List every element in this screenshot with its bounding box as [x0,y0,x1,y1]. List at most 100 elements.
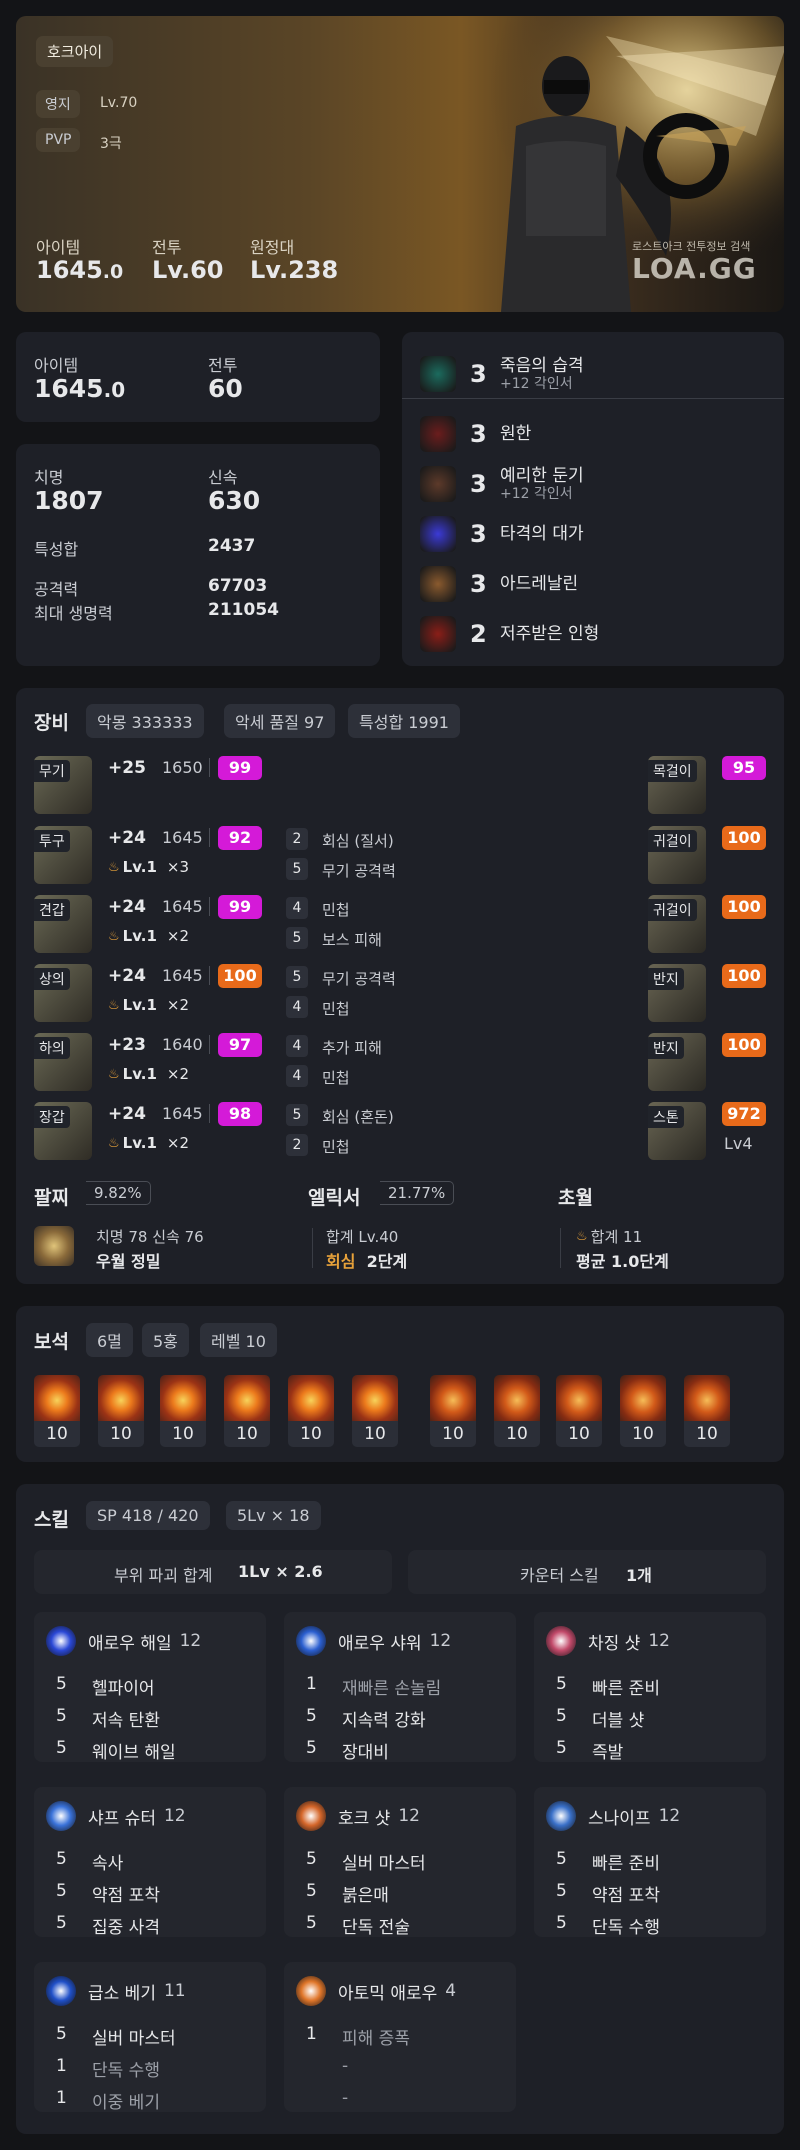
equipment-item-level: 1645 [162,1104,210,1123]
flame-icon: ♨ [108,928,120,944]
skill-icon [296,1801,326,1831]
accessory-slot-tag: 반지 [648,968,684,990]
gem-item[interactable]: 10 [556,1375,602,1447]
tripod-row: 1 이중 베기 [56,2088,160,2113]
tripod-name: 실버 마스터 [342,1854,426,1874]
elixir-multiplier: ×3 [166,858,190,876]
gem-item[interactable]: 10 [620,1375,666,1447]
accessory-icon[interactable]: 귀걸이 [648,895,706,953]
annihilation-gem-icon [34,1375,80,1421]
equipment-icon[interactable]: 장갑 [34,1102,92,1160]
skill-name: 급소 베기 [88,1983,156,2004]
skill-name: 샤프 슈터 [88,1808,156,1829]
gem-level: 10 [430,1421,476,1447]
swift-value: 630 [208,486,261,515]
gem-item[interactable]: 10 [224,1375,270,1447]
elixir-title: 엘릭서 [308,1187,361,1209]
gem-item[interactable]: 10 [160,1375,206,1447]
spec-sum-label: 특성합 [34,540,79,559]
accessory-slot-tag: 귀걸이 [648,899,697,921]
gem-item[interactable]: 10 [98,1375,144,1447]
engraving-row[interactable]: 3 아드레날린 [420,562,578,606]
tripod-row: 5 단독 수행 [556,1913,660,1938]
tripod-row: 5 헬파이어 [56,1674,155,1699]
gem-item[interactable]: 10 [430,1375,476,1447]
equipment-icon[interactable]: 무기 [34,756,92,814]
gems-pill-crimson: 5홍 [142,1323,189,1357]
accessory-slot-tag: 반지 [648,1037,684,1059]
engraving-name: 죽음의 습격 [500,356,584,376]
accessory-quality: 95 [722,756,766,780]
crimson-gem-icon [556,1375,602,1421]
skill-card[interactable]: 호크 샷 12 5 실버 마스터 5 붉은매 5 단독 전술 [284,1787,516,1938]
tripod-name: 빠른 준비 [592,1679,660,1699]
flame-icon: ♨ [108,997,120,1013]
equipment-icon[interactable]: 상의 [34,964,92,1022]
skill-card[interactable]: 샤프 슈터 12 5 속사 5 약점 포착 5 집중 사격 [34,1787,266,1938]
equipment-item-level: 1645 [162,828,210,847]
equipment-icon[interactable]: 하의 [34,1033,92,1091]
tripod-row: 5 장대비 [306,1738,389,1763]
tripod-name: 약점 포착 [92,1886,160,1906]
engraving-text: 아드레날린 [500,574,578,594]
tripod-level: 1 [56,2088,67,2108]
counter-skill-box: 카운터 스킬 1개 [408,1550,766,1594]
engraving-name: 타격의 대가 [500,524,584,544]
engraving-icon [420,416,456,452]
skill-card[interactable]: 아토믹 애로우 4 1 피해 증폭 - - [284,1962,516,2112]
tripod-level: 5 [56,1674,67,1694]
gem-item[interactable]: 10 [34,1375,80,1447]
skill-level: 12 [429,1631,452,1651]
gem-item[interactable]: 10 [494,1375,540,1447]
equipment-item-level: 1640 [162,1035,210,1054]
equipment-icon[interactable]: 견갑 [34,895,92,953]
accessory-icon[interactable]: 귀걸이 [648,826,706,884]
elixir-option-name: 무기 공격력 [322,862,396,880]
tripod-level: 5 [556,1738,567,1758]
skills-pill-sp: SP 418 / 420 [86,1501,210,1530]
elixir-option-name: 민첩 [322,1069,350,1087]
transcend-separator [560,1228,561,1268]
equipment-upgrade: +24 [108,1104,146,1124]
skill-card[interactable]: 애로우 샤워 12 1 재빠른 손놀림 5 지속력 강화 5 장대비 [284,1612,516,1763]
hero-item-label: 아이템 [36,238,81,257]
gem-level: 10 [288,1421,334,1447]
engraving-row[interactable]: 3 원한 [420,412,531,456]
skill-card[interactable]: 차징 샷 12 5 빠른 준비 5 더블 샷 5 즉발 [534,1612,766,1763]
elixir-level: ♨ Lv.1 ×2 [108,927,189,945]
engraving-name: 원한 [500,424,532,444]
tripod-name: 이중 베기 [92,2093,160,2113]
engraving-row[interactable]: 3 죽음의 습격 +12 각인서 [420,352,584,396]
equipment-item-level: 1650 [162,758,210,777]
accessory-icon[interactable]: 스톤 [648,1102,706,1160]
counter-skill-label: 카운터 스킬 [520,1566,599,1585]
crit-label: 치명 [34,468,64,487]
tripod-name: 집중 사격 [92,1918,160,1938]
elixir-level-value: Lv.1 [122,1134,157,1152]
hp-label: 최대 생명력 [34,604,113,623]
elixir-level: ♨ Lv.1 ×3 [108,858,189,876]
gem-level: 10 [98,1421,144,1447]
engraving-row[interactable]: 2 저주받은 인형 [420,612,599,656]
gem-item[interactable]: 10 [684,1375,730,1447]
equipment-item-level: 1645 [162,966,210,985]
gem-item[interactable]: 10 [288,1375,334,1447]
accessory-icon[interactable]: 목걸이 [648,756,706,814]
elixir-sum: 합계 Lv.40 [326,1228,399,1246]
engraving-row[interactable]: 3 타격의 대가 [420,512,584,556]
accessory-icon[interactable]: 반지 [648,964,706,1022]
skill-name: 애로우 해일 [88,1633,172,1654]
elixir-level: ♨ Lv.1 ×2 [108,996,189,1014]
equipment-icon[interactable]: 투구 [34,826,92,884]
skill-card[interactable]: 스나이프 12 5 빠른 준비 5 약점 포착 5 단독 수행 [534,1787,766,1938]
equipment-slot-tag: 상의 [34,968,70,990]
attack-label: 공격력 [34,580,79,599]
accessory-icon[interactable]: 반지 [648,1033,706,1091]
tripod-row: 5 붉은매 [306,1881,389,1906]
engraving-icon [420,566,456,602]
skill-card[interactable]: 애로우 해일 12 5 헬파이어 5 저속 탄환 5 웨이브 해일 [34,1612,266,1763]
equipment-upgrade: +24 [108,966,146,986]
engraving-row[interactable]: 3 예리한 둔기 +12 각인서 [420,462,584,506]
gem-item[interactable]: 10 [352,1375,398,1447]
skill-card[interactable]: 급소 베기 11 5 실버 마스터 1 단독 수행 1 이중 베기 [34,1962,266,2113]
